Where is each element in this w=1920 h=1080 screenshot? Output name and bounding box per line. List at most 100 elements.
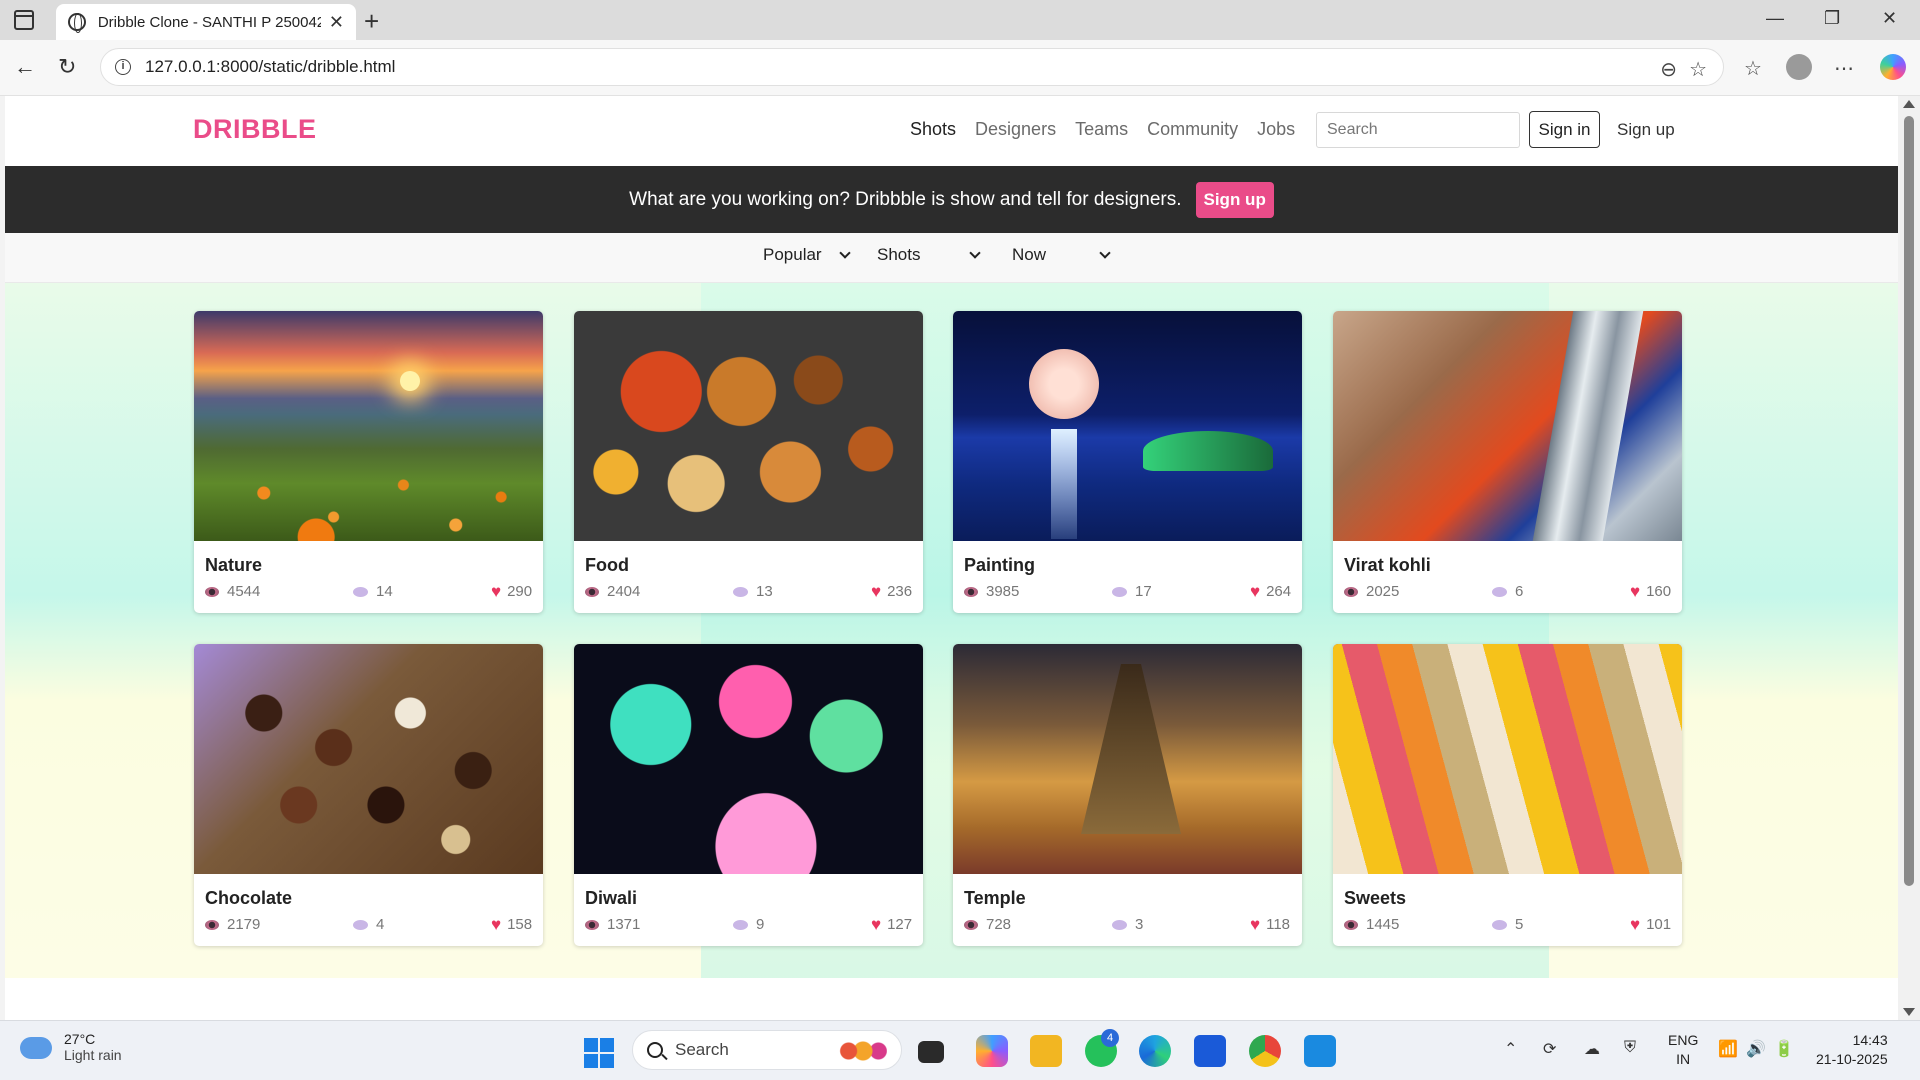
sign-in-button[interactable]: Sign in (1529, 111, 1600, 148)
likes-stat[interactable]: ♥ 160 (1630, 583, 1671, 600)
likes-stat[interactable]: ♥ 118 (1250, 916, 1290, 933)
likes-stat[interactable]: ♥ 127 (871, 916, 912, 933)
clock-time: 14:43 (1852, 1032, 1888, 1048)
shot-title[interactable]: Food (585, 555, 629, 576)
shot-thumbnail[interactable] (953, 644, 1302, 874)
shot-title[interactable]: Diwali (585, 888, 637, 909)
shot-title[interactable]: Nature (205, 555, 262, 576)
shot-title[interactable]: Chocolate (205, 888, 292, 909)
new-tab-button[interactable]: + (364, 6, 379, 37)
shot-card[interactable]: Diwali 1371 9 ♥ 127 (574, 644, 923, 946)
language-indicator[interactable]: ENG IN (1668, 1031, 1698, 1069)
nav-designers[interactable]: Designers (975, 119, 1056, 140)
filter-shots-select[interactable]: Shots (877, 245, 981, 265)
shot-thumbnail[interactable] (953, 311, 1302, 541)
edge-icon[interactable] (1139, 1035, 1171, 1067)
scrollbar-thumb[interactable] (1904, 116, 1914, 886)
filter-now-select[interactable]: Now (1012, 245, 1111, 265)
tab-actions-icon[interactable] (14, 10, 34, 30)
comments-stat[interactable]: 3 (1112, 916, 1143, 933)
shot-card[interactable]: Temple 728 3 ♥ 118 (953, 644, 1302, 946)
views-count: 728 (986, 916, 1012, 933)
comments-stat[interactable]: 9 (733, 916, 764, 933)
chrome-icon[interactable] (1249, 1035, 1281, 1067)
task-view-icon[interactable] (918, 1041, 944, 1063)
likes-stat[interactable]: ♥ 101 (1630, 916, 1671, 933)
banner-signup-button[interactable]: Sign up (1195, 181, 1274, 218)
shot-card[interactable]: Food 2404 13 ♥ 236 (574, 311, 923, 613)
nav-community[interactable]: Community (1147, 119, 1238, 140)
shot-card[interactable]: Virat kohli 2025 6 ♥ 160 (1333, 311, 1682, 613)
volume-icon[interactable]: 🔊 (1746, 1039, 1766, 1059)
sync-icon[interactable]: ⟳ (1543, 1039, 1556, 1059)
shot-thumbnail[interactable] (574, 311, 923, 541)
weather-widget[interactable]: 27°C Light rain (20, 1031, 122, 1063)
taskbar-search[interactable]: Search (632, 1030, 902, 1070)
favorites-icon[interactable]: ☆ (1744, 56, 1762, 81)
shot-thumbnail[interactable] (194, 311, 543, 541)
copilot-icon[interactable] (1880, 54, 1906, 80)
comments-stat[interactable]: 5 (1492, 916, 1523, 933)
sign-up-link[interactable]: Sign up (1617, 120, 1675, 140)
more-menu-icon[interactable]: ⋯ (1834, 56, 1854, 81)
copilot-app-icon[interactable] (976, 1035, 1008, 1067)
refresh-icon[interactable]: ↻ (58, 54, 76, 80)
maximize-button[interactable]: ❐ (1824, 8, 1840, 29)
likes-stat[interactable]: ♥ 158 (491, 916, 532, 933)
comments-stat[interactable]: 13 (733, 583, 773, 600)
likes-stat[interactable]: ♥ 264 (1250, 583, 1291, 600)
shot-card[interactable]: Painting 3985 17 ♥ 264 (953, 311, 1302, 613)
windows-start-icon[interactable] (584, 1038, 614, 1068)
shot-card[interactable]: Sweets 1445 5 ♥ 101 (1333, 644, 1682, 946)
shot-title[interactable]: Painting (964, 555, 1035, 576)
url-input[interactable]: i 127.0.0.1:8000/static/dribble.html ⊖ ☆ (100, 48, 1724, 86)
nav-shots[interactable]: Shots (910, 119, 956, 140)
wifi-icon[interactable]: 📶 (1718, 1039, 1738, 1059)
site-search-input[interactable] (1316, 112, 1520, 148)
back-arrow-icon[interactable]: ← (14, 54, 36, 80)
filter-popular-select[interactable]: Popular (763, 245, 851, 265)
scroll-down-arrow-icon[interactable] (1903, 1008, 1915, 1016)
comments-count: 13 (756, 583, 773, 600)
profile-avatar[interactable] (1786, 54, 1812, 80)
shot-thumbnail[interactable] (194, 644, 543, 874)
system-clock[interactable]: 14:43 21-10-2025 (1816, 1031, 1888, 1069)
heart-icon: ♥ (491, 582, 502, 601)
browser-tab[interactable]: Dribble Clone - SANTHI P 250042 ✕ (56, 4, 356, 40)
url-text: 127.0.0.1:8000/static/dribble.html (145, 57, 396, 76)
chevron-down-icon (969, 246, 981, 259)
page-scrollbar[interactable] (1898, 96, 1920, 1020)
file-explorer-icon[interactable] (1030, 1035, 1062, 1067)
shot-thumbnail[interactable] (1333, 311, 1682, 541)
shot-card[interactable]: Chocolate 2179 4 ♥ 158 (194, 644, 543, 946)
site-info-icon[interactable]: i (115, 59, 131, 75)
nav-jobs[interactable]: Jobs (1257, 119, 1295, 140)
shot-card[interactable]: Nature 4544 14 ♥ 290 (194, 311, 543, 613)
cloud-icon[interactable]: ☁ (1584, 1039, 1600, 1059)
site-logo[interactable]: DRIBBLE (193, 114, 317, 145)
minimize-button[interactable]: — (1766, 8, 1784, 29)
shot-title[interactable]: Sweets (1344, 888, 1406, 909)
likes-stat[interactable]: ♥ 236 (871, 583, 912, 600)
battery-icon[interactable]: 🔋 (1774, 1039, 1794, 1059)
store-icon[interactable] (1194, 1035, 1226, 1067)
comment-icon (353, 919, 368, 930)
comments-stat[interactable]: 6 (1492, 583, 1523, 600)
scroll-up-arrow-icon[interactable] (1903, 100, 1915, 108)
close-window-button[interactable]: ✕ (1882, 8, 1897, 29)
security-shield-icon[interactable]: ⛨ (1624, 1039, 1636, 1057)
likes-stat[interactable]: ♥ 290 (491, 583, 532, 600)
nav-teams[interactable]: Teams (1075, 119, 1128, 140)
shot-title[interactable]: Temple (964, 888, 1026, 909)
shot-title[interactable]: Virat kohli (1344, 555, 1431, 576)
vscode-icon[interactable] (1304, 1035, 1336, 1067)
chevron-up-icon[interactable]: ⌃ (1504, 1039, 1517, 1059)
comments-stat[interactable]: 17 (1112, 583, 1152, 600)
comments-stat[interactable]: 14 (353, 583, 393, 600)
favorite-star-icon[interactable]: ☆ (1689, 57, 1707, 82)
comments-stat[interactable]: 4 (353, 916, 384, 933)
zoom-icon[interactable]: ⊖ (1660, 57, 1677, 82)
shot-thumbnail[interactable] (1333, 644, 1682, 874)
tab-close-icon[interactable]: ✕ (329, 12, 344, 33)
shot-thumbnail[interactable] (574, 644, 923, 874)
